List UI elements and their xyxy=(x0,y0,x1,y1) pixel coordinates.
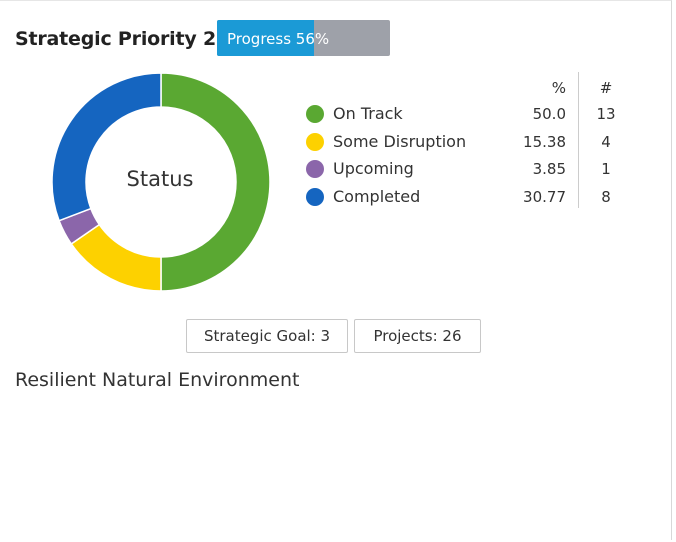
count-column-header: # xyxy=(599,79,613,97)
priority-subtitle: Resilient Natural Environment xyxy=(15,369,300,391)
legend-swatch-upcoming xyxy=(306,160,324,178)
legend-label-completed: Completed xyxy=(333,187,421,206)
donut-slice-completed[interactable] xyxy=(51,72,162,222)
pct-cell-completed: 30.77 xyxy=(523,188,566,206)
table-divider xyxy=(578,72,579,208)
count-cell-on-track: 13 xyxy=(596,105,616,123)
status-donut-chart xyxy=(51,72,271,292)
projects-button[interactable]: Projects: 26 xyxy=(354,319,481,353)
legend-label-some-disruption: Some Disruption xyxy=(333,132,467,151)
strategic-goal-button[interactable]: Strategic Goal: 3 xyxy=(186,319,348,353)
legend-label-upcoming: Upcoming xyxy=(333,159,414,178)
pct-cell-upcoming: 3.85 xyxy=(532,160,566,178)
legend-swatch-some-disruption xyxy=(306,133,324,151)
pct-cell-on-track: 50.0 xyxy=(532,105,566,123)
count-cell-some-disruption: 4 xyxy=(601,133,611,151)
count-cell-upcoming: 1 xyxy=(601,160,611,178)
donut-center-label: Status xyxy=(126,167,194,191)
legend-swatch-on-track xyxy=(306,105,324,123)
legend-swatch-completed xyxy=(306,188,324,206)
legend-label-on-track: On Track xyxy=(333,104,403,123)
count-cell-completed: 8 xyxy=(601,188,611,206)
pct-cell-some-disruption: 15.38 xyxy=(523,133,566,151)
pct-column-header: % xyxy=(551,79,566,97)
strategic-priority-card: Strategic Priority 2 Progress 56% Status… xyxy=(0,0,672,540)
